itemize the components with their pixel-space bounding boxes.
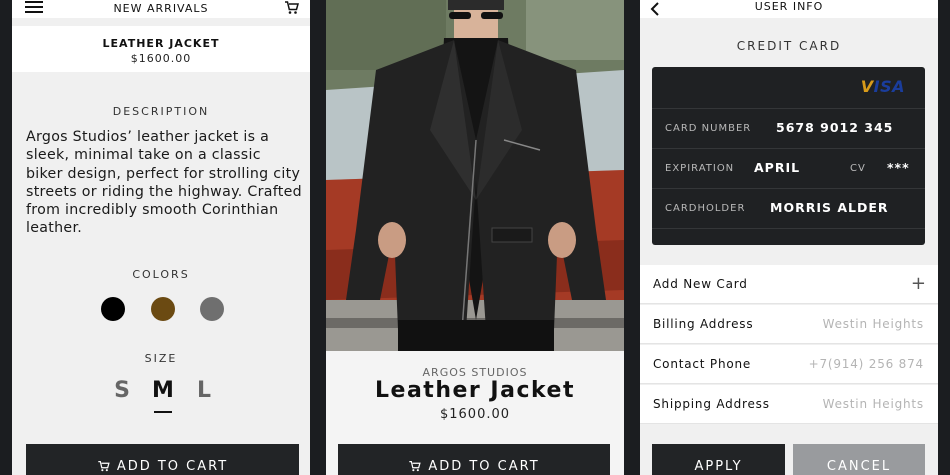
- size-option-s[interactable]: S: [110, 378, 134, 403]
- cardholder-label: CARDHOLDER: [665, 203, 746, 214]
- add-to-cart-label: ADD TO CART: [428, 459, 540, 474]
- description-text: Argos Studios’ leather jacket is a sleek…: [26, 129, 302, 237]
- expiration-row: EXPIRATION APRIL CV ***: [652, 148, 925, 188]
- credit-card[interactable]: VISA CARD NUMBER 5678 9012 345 EXPIRATIO…: [652, 67, 925, 245]
- colors-label: COLORS: [132, 268, 190, 281]
- cv-label: CV: [850, 163, 866, 174]
- color-swatch-gray[interactable]: [200, 297, 224, 321]
- cardholder-row: CARDHOLDER MORRIS ALDER: [652, 188, 925, 228]
- contact-phone-label: Contact Phone: [653, 357, 752, 371]
- cart-icon: [98, 461, 110, 472]
- billing-address-label: Billing Address: [653, 317, 754, 331]
- product-photo-screen: ARGOS STUDIOS Leather Jacket $1600.00 AD…: [326, 0, 624, 475]
- shipping-address-label: Shipping Address: [653, 397, 770, 411]
- cancel-button[interactable]: CANCEL: [793, 444, 925, 475]
- cardholder-value: MORRIS ALDER: [770, 200, 889, 215]
- product-details-screen: NEW ARRIVALS LEATHER JACKET $1600.00 DES…: [12, 0, 310, 475]
- section-title: CREDIT CARD: [736, 39, 842, 53]
- shipping-address-value[interactable]: Westin Heights: [823, 397, 924, 411]
- top-bar: USER INFO: [640, 0, 938, 18]
- add-new-card-label: Add New Card: [653, 277, 748, 291]
- size-label: SIZE: [144, 352, 178, 365]
- billing-address-row[interactable]: Billing Address Westin Heights: [640, 305, 938, 344]
- shipping-address-row[interactable]: Shipping Address Westin Heights: [640, 385, 938, 424]
- cv-value: ***: [887, 160, 910, 175]
- user-info-screen: USER INFO CREDIT CARD VISA CARD NUMBER 5…: [640, 0, 938, 475]
- cart-icon: [409, 461, 421, 472]
- cart-icon[interactable]: [284, 0, 300, 16]
- add-to-cart-label: ADD TO CART: [116, 459, 229, 474]
- add-to-cart-button[interactable]: ADD TO CART: [338, 444, 610, 475]
- product-header: LEATHER JACKET $1600.00: [12, 26, 310, 72]
- add-new-card-row[interactable]: Add New Card +: [640, 265, 938, 304]
- contact-phone-value[interactable]: +7(914) 256 874: [809, 357, 924, 371]
- product-name: LEATHER JACKET: [102, 37, 220, 50]
- contact-phone-row[interactable]: Contact Phone +7(914) 256 874: [640, 345, 938, 384]
- billing-address-value[interactable]: Westin Heights: [823, 317, 924, 331]
- color-swatch-black[interactable]: [101, 297, 125, 321]
- description-label: DESCRIPTION: [112, 105, 210, 118]
- product-photo: [326, 0, 624, 351]
- selected-size-indicator: [154, 411, 172, 413]
- top-bar: NEW ARRIVALS: [12, 0, 310, 18]
- add-to-cart-button[interactable]: ADD TO CART: [26, 444, 299, 475]
- expiration-value: APRIL: [754, 160, 801, 175]
- expiration-label: EXPIRATION: [665, 163, 735, 174]
- apply-button[interactable]: APPLY: [652, 444, 785, 475]
- color-swatch-brown[interactable]: [151, 297, 175, 321]
- card-bottom-divider: [652, 228, 925, 245]
- header-title: NEW ARRIVALS: [113, 2, 209, 15]
- card-number-value: 5678 9012 345: [776, 120, 894, 135]
- product-title: Leather Jacket: [375, 378, 575, 403]
- size-option-l[interactable]: L: [192, 378, 216, 403]
- plus-icon[interactable]: +: [911, 273, 926, 294]
- product-price: $1600.00: [439, 407, 511, 422]
- header-title: USER INFO: [754, 0, 824, 13]
- size-option-m[interactable]: M: [151, 378, 175, 403]
- model-in-jacket-image: [326, 0, 624, 351]
- card-number-label: CARD NUMBER: [665, 123, 752, 134]
- visa-logo: VISA: [860, 77, 905, 96]
- product-price: $1600.00: [130, 52, 192, 65]
- card-number-row: CARD NUMBER 5678 9012 345: [652, 108, 925, 148]
